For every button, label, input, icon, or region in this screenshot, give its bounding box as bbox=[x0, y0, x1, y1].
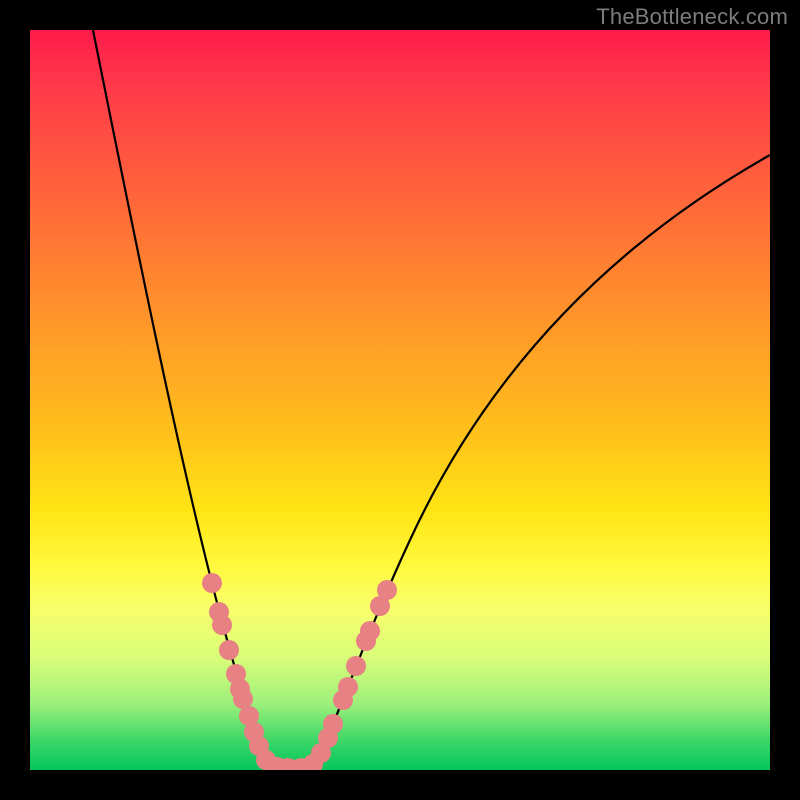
marker-group bbox=[202, 573, 397, 770]
marker-dot bbox=[360, 621, 380, 641]
marker-dot bbox=[219, 640, 239, 660]
watermark-text: TheBottleneck.com bbox=[596, 4, 788, 30]
marker-dot bbox=[346, 656, 366, 676]
marker-dot bbox=[202, 573, 222, 593]
marker-dot bbox=[212, 615, 232, 635]
marker-dot bbox=[323, 714, 343, 734]
plot-area bbox=[30, 30, 770, 770]
chart-svg bbox=[30, 30, 770, 770]
chart-frame: TheBottleneck.com bbox=[0, 0, 800, 800]
bottleneck-curve bbox=[93, 30, 770, 767]
marker-dot bbox=[338, 677, 358, 697]
marker-dot bbox=[233, 689, 253, 709]
marker-dot bbox=[377, 580, 397, 600]
